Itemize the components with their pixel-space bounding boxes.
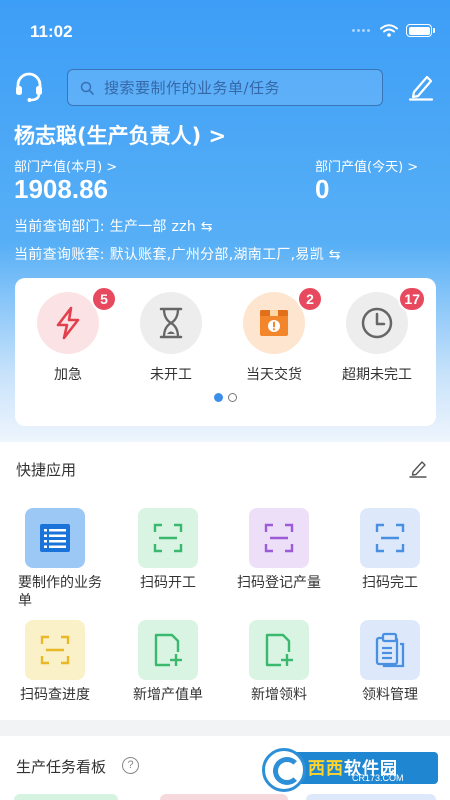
page-dot[interactable]: [228, 393, 237, 402]
urgent-label: 加急: [54, 367, 82, 383]
urgent-badge: 5: [91, 286, 117, 312]
headset-icon[interactable]: [14, 71, 44, 103]
watermark-domain: CR173.COM: [352, 773, 404, 783]
app-production-orders[interactable]: 要制作的业务单: [5, 508, 105, 610]
due-today-circle: 2: [243, 286, 323, 354]
lightning-icon: [56, 306, 80, 340]
app-scan-progress[interactable]: 扫码查进度: [5, 620, 105, 704]
battery-icon: [406, 24, 435, 37]
page-dot-active[interactable]: [214, 393, 223, 402]
scan-icon: [153, 523, 183, 553]
app-new-material-request[interactable]: 新增领料: [229, 620, 329, 704]
due-today-label: 当天交货: [246, 367, 302, 383]
app-scan-start[interactable]: 扫码开工: [118, 508, 218, 592]
search-placeholder: 搜索要制作的业务单/任务: [104, 79, 281, 97]
watermark-badge: 西西软件园 CR173.COM: [290, 752, 438, 784]
watermark-logo: 西西软件园 CR173.COM: [262, 746, 440, 792]
urgent-circle: 5: [37, 286, 117, 354]
hourglass-icon: [159, 307, 183, 339]
quick-due-today[interactable]: 2 当天交货: [224, 286, 324, 384]
search-input[interactable]: 搜索要制作的业务单/任务: [67, 69, 383, 106]
quick-urgent[interactable]: 5 加急: [18, 286, 118, 384]
not-started-label: 未开工: [150, 367, 192, 383]
app-icon-bg: [249, 508, 309, 568]
signal-icon: [352, 29, 370, 32]
app-label: 新增领料: [251, 687, 307, 703]
overdue-badge: 17: [398, 286, 426, 312]
page-indicator: [15, 393, 436, 402]
app-icon-bg: [138, 620, 198, 680]
status-time: 11:02: [30, 22, 73, 41]
board-card-peek[interactable]: [306, 794, 436, 800]
wifi-icon: [380, 24, 398, 37]
app-label: 扫码登记产量: [237, 575, 321, 591]
today-output-label[interactable]: 部门产值(今天) >: [315, 156, 418, 175]
quick-not-started[interactable]: 未开工: [121, 292, 221, 384]
help-icon[interactable]: ?: [122, 757, 139, 774]
app-material-management[interactable]: 领料管理: [340, 620, 440, 704]
task-board-title: 生产任务看板: [16, 758, 107, 776]
app-new-output-form[interactable]: 新增产值单: [118, 620, 218, 704]
app-icon-bg: [138, 508, 198, 568]
scan-icon: [264, 523, 294, 553]
watermark-circle: [262, 748, 306, 792]
quick-apps-title: 快捷应用: [16, 461, 77, 479]
app-scan-register-output[interactable]: 扫码登记产量: [229, 508, 329, 592]
query-department[interactable]: 当前查询部门: 生产一部 zzh ⇆: [14, 216, 213, 236]
app-scan-finish[interactable]: 扫码完工: [340, 508, 440, 592]
scan-icon: [375, 523, 405, 553]
add-document-icon: [265, 633, 293, 667]
quick-apps-section: 快捷应用 要制作的业务单 扫码开工 扫码登记产量 扫码完工 扫码查进度 新增产值…: [0, 442, 450, 720]
app-label: 要制作的业务单: [18, 575, 102, 609]
scan-icon: [40, 635, 70, 665]
app-icon-bg: [360, 508, 420, 568]
edit-apps-icon[interactable]: [408, 458, 428, 478]
search-icon: [80, 81, 94, 95]
clock-icon: [361, 307, 393, 339]
app-icon-bg: [249, 620, 309, 680]
app-icon-bg: [25, 508, 85, 568]
app-label: 领料管理: [362, 687, 418, 703]
query-account-set[interactable]: 当前查询账套: 默认账套,广州分部,湖南工厂,易凯 ⇆: [14, 244, 341, 264]
overdue-label: 超期未完工: [342, 367, 412, 383]
quick-overdue[interactable]: 17 超期未完工: [327, 286, 427, 384]
delivery-box-icon: [260, 310, 288, 336]
top-bar: 搜索要制作的业务单/任务: [0, 66, 450, 110]
clipboard-icon: [375, 632, 405, 668]
board-card-peek[interactable]: [160, 794, 288, 800]
month-output-value: 1908.86: [14, 174, 108, 204]
month-output-label[interactable]: 部门产值(本月) >: [14, 156, 117, 175]
not-started-circle: [140, 292, 202, 354]
app-icon-bg: [25, 620, 85, 680]
app-label: 扫码完工: [362, 575, 418, 591]
user-name-link[interactable]: 杨志聪(生产负责人) >: [14, 120, 226, 150]
app-label: 扫码查进度: [20, 687, 90, 703]
add-document-icon: [154, 633, 182, 667]
quick-status-card: 5 加急 未开工 2 当天交货 17 超期未完工: [15, 278, 436, 426]
board-card-peek[interactable]: [14, 794, 118, 800]
edit-icon[interactable]: [408, 73, 434, 101]
list-icon: [40, 524, 70, 552]
overdue-circle: 17: [346, 286, 426, 354]
today-output-value: 0: [315, 174, 330, 204]
app-icon-bg: [360, 620, 420, 680]
app-label: 扫码开工: [140, 575, 196, 591]
due-today-badge: 2: [297, 286, 323, 312]
status-icons: [352, 24, 435, 37]
status-bar: 11:02: [0, 0, 450, 62]
app-label: 新增产值单: [133, 687, 203, 703]
